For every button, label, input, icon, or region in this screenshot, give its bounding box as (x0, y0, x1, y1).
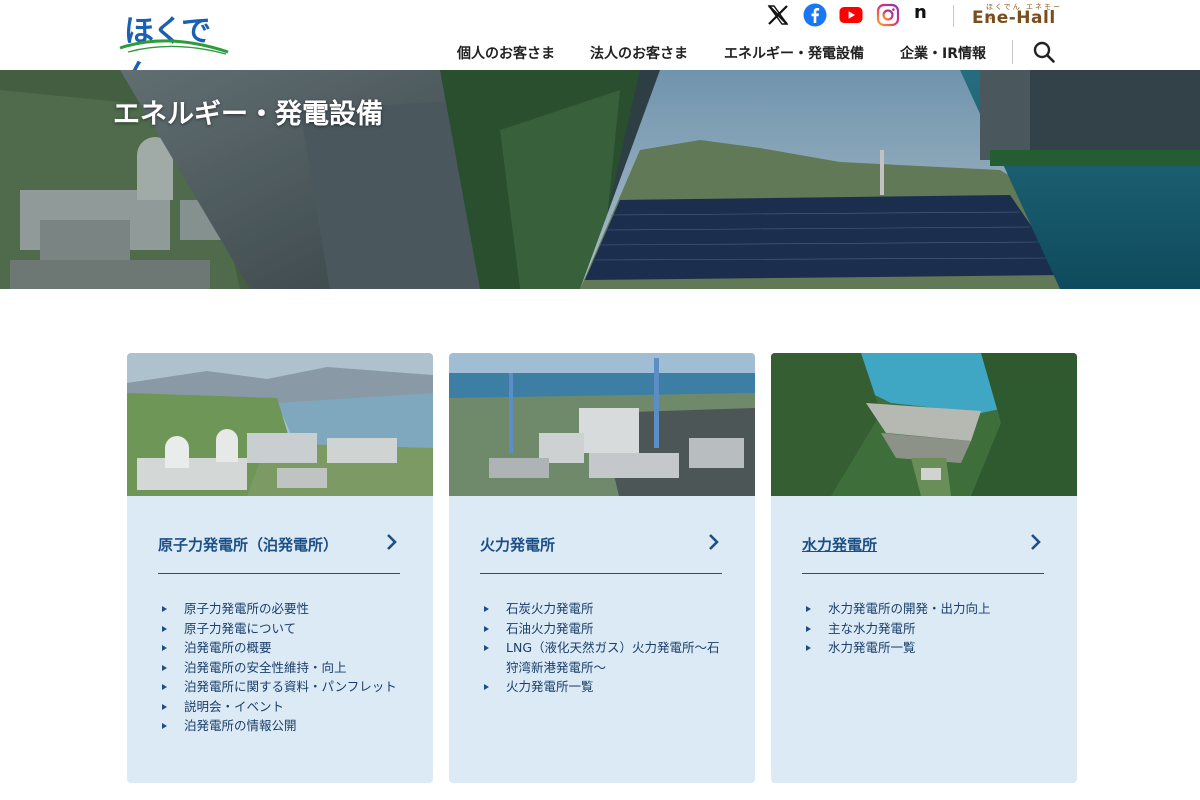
card-nuclear-title[interactable]: 原子力発電所（泊発電所） (158, 534, 338, 555)
link-item[interactable]: 泊発電所の概要 (158, 638, 408, 658)
bullet-arrow-icon (162, 645, 167, 651)
chevron-right-icon[interactable] (385, 533, 399, 551)
link-text[interactable]: 説明会・イベント (184, 699, 284, 714)
enehall-label: Ene-Hall (972, 8, 1056, 28)
link-text[interactable]: 原子力発電所の必要性 (184, 601, 309, 616)
link-text[interactable]: 主な水力発電所 (828, 621, 916, 636)
bullet-arrow-icon (162, 723, 167, 729)
link-text[interactable]: 原子力発電について (184, 621, 296, 636)
link-item[interactable]: 泊発電所の安全性維持・向上 (158, 658, 408, 678)
search-icon[interactable] (1032, 40, 1056, 64)
youtube-icon[interactable] (839, 3, 863, 27)
instagram-icon[interactable] (876, 3, 900, 27)
link-item[interactable]: 泊発電所に関する資料・パンフレット (158, 677, 408, 697)
card-divider (802, 573, 1044, 574)
link-text[interactable]: 泊発電所の情報公開 (184, 718, 297, 733)
link-item[interactable]: 泊発電所の情報公開 (158, 716, 408, 736)
nav-business[interactable]: 法人のお客さま (590, 43, 688, 63)
bullet-arrow-icon (162, 684, 167, 690)
link-text[interactable]: 火力発電所一覧 (506, 679, 594, 694)
bullet-arrow-icon (484, 684, 489, 690)
card-nuclear[interactable]: 原子力発電所（泊発電所） 原子力発電所の必要性 原子力発電について 泊発電所の概… (127, 353, 433, 783)
note-icon[interactable]: n (914, 2, 938, 26)
chevron-right-icon[interactable] (707, 533, 721, 551)
link-item[interactable]: 主な水力発電所 (802, 619, 1052, 639)
card-thermal-links: 石炭火力発電所 石油火力発電所 LNG（液化天然ガス）火力発電所〜石狩湾新港発電… (480, 599, 730, 697)
bullet-arrow-icon (484, 625, 489, 632)
bullet-arrow-icon (162, 664, 167, 671)
chevron-right-icon[interactable] (1029, 533, 1043, 551)
link-item[interactable]: 石炭火力発電所 (480, 599, 730, 619)
link-item[interactable]: 説明会・イベント (158, 697, 408, 717)
nav-personal[interactable]: 個人のお客さま (457, 43, 555, 63)
link-item[interactable]: LNG（液化天然ガス）火力発電所〜石狩湾新港発電所〜 (480, 638, 730, 677)
nuclear-plant-photo (127, 353, 433, 496)
facebook-icon[interactable] (803, 3, 827, 27)
card-divider (158, 573, 400, 574)
bullet-arrow-icon (162, 703, 167, 710)
bullet-arrow-icon (484, 606, 489, 612)
hokuden-logo[interactable]: ほくでん (118, 4, 230, 93)
card-hydro-links: 水力発電所の開発・出力向上 主な水力発電所 水力発電所一覧 (802, 599, 1052, 658)
header-divider (953, 5, 954, 27)
link-text[interactable]: 石炭火力発電所 (506, 601, 594, 616)
page-title: エネルギー・発電設備 (113, 99, 383, 130)
bullet-arrow-icon (806, 645, 811, 651)
link-item[interactable]: 水力発電所一覧 (802, 638, 1052, 658)
link-text[interactable]: 石油火力発電所 (506, 621, 594, 636)
card-divider (480, 573, 722, 574)
card-nuclear-links: 原子力発電所の必要性 原子力発電について 泊発電所の概要 泊発電所の安全性維持・… (158, 599, 408, 736)
link-item[interactable]: 原子力発電について (158, 619, 408, 639)
link-item[interactable]: 石油火力発電所 (480, 619, 730, 639)
hydro-plant-photo (771, 353, 1077, 496)
bullet-arrow-icon (484, 645, 489, 651)
card-hydro-title[interactable]: 水力発電所 (802, 534, 877, 555)
link-text[interactable]: 水力発電所の開発・出力向上 (828, 601, 991, 616)
link-item[interactable]: 水力発電所の開発・出力向上 (802, 599, 1052, 619)
nav-corporate-ir[interactable]: 企業・IR情報 (900, 43, 986, 63)
card-thermal[interactable]: 火力発電所 石炭火力発電所 石油火力発電所 LNG（液化天然ガス）火力発電所〜石… (449, 353, 755, 783)
x-icon[interactable] (766, 3, 790, 27)
bullet-arrow-icon (806, 625, 811, 632)
link-text[interactable]: 水力発電所一覧 (828, 640, 916, 655)
nav-energy[interactable]: エネルギー・発電設備 (724, 43, 864, 63)
hero-banner: エネルギー・発電設備 (0, 70, 1200, 289)
bullet-arrow-icon (162, 606, 167, 612)
link-text[interactable]: 泊発電所の概要 (184, 640, 272, 655)
thermal-plant-photo (449, 353, 755, 496)
link-item[interactable]: 火力発電所一覧 (480, 677, 730, 697)
link-item[interactable]: 原子力発電所の必要性 (158, 599, 408, 619)
nav-divider (1012, 40, 1013, 64)
logo-swoosh-icon (119, 39, 229, 55)
bullet-arrow-icon (806, 606, 811, 612)
card-hydro[interactable]: 水力発電所 水力発電所の開発・出力向上 主な水力発電所 水力発電所一覧 (771, 353, 1077, 783)
link-text[interactable]: 泊発電所の安全性維持・向上 (184, 660, 347, 675)
bullet-arrow-icon (162, 625, 167, 632)
link-text[interactable]: 泊発電所に関する資料・パンフレット (184, 679, 397, 694)
card-thermal-title[interactable]: 火力発電所 (480, 534, 555, 555)
enehall-logo[interactable]: ほくでん エネモール Ene-Hall (972, 2, 1064, 30)
link-text[interactable]: LNG（液化天然ガス）火力発電所〜石狩湾新港発電所〜 (506, 640, 720, 675)
site-header: ほくでん n ほくでん エネモール Ene-Hall (0, 0, 1200, 93)
